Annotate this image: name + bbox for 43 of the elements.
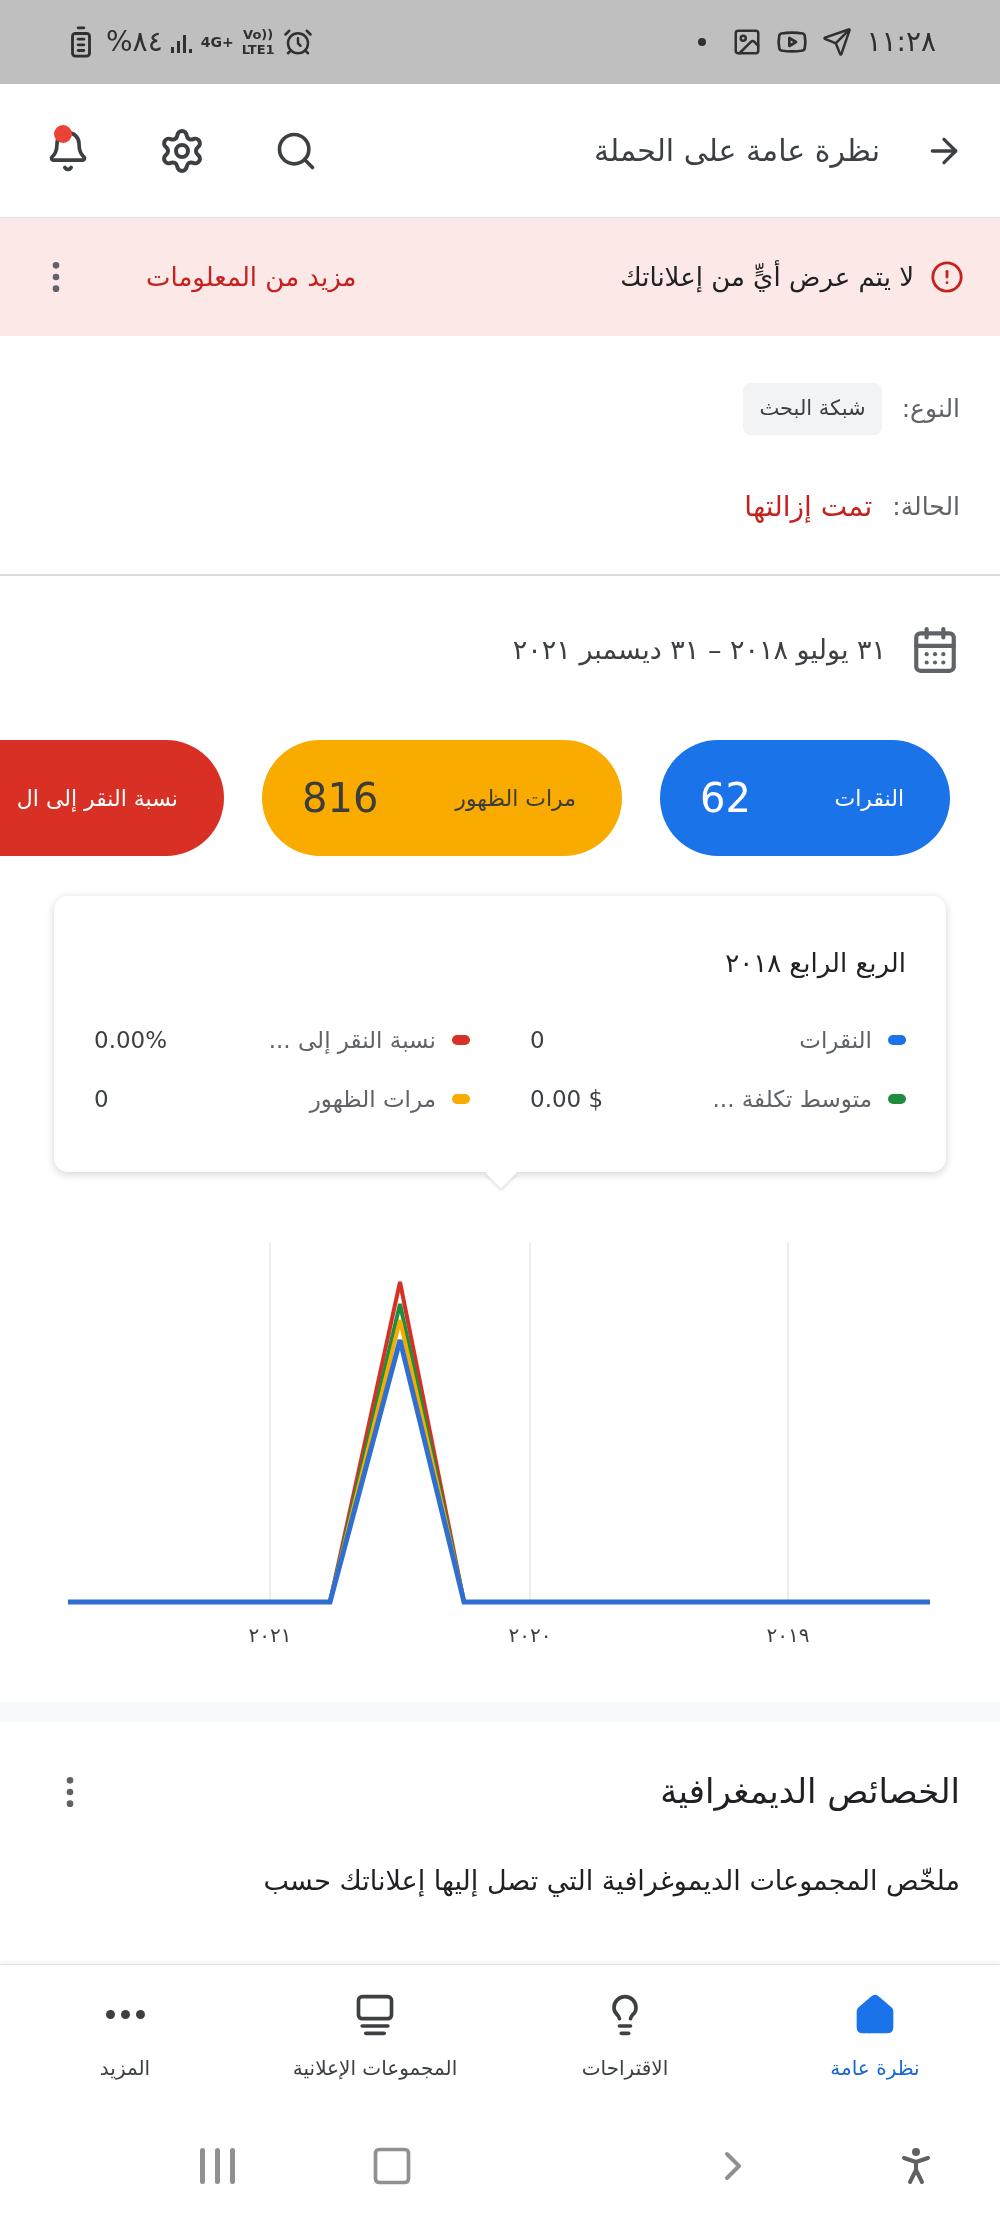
metric-value: 816	[302, 774, 379, 823]
legend-value: 0.00 $	[530, 1084, 604, 1114]
legend-value: 0.00%	[94, 1026, 168, 1055]
tooltip-title: الربع الرابع ٢٠١٨	[724, 947, 906, 981]
page-title: نظرة عامة على الحملة	[593, 132, 880, 170]
nav-tab[interactable]: نظرة عامة	[750, 1992, 1000, 2083]
field-label: الحالة:	[892, 491, 960, 524]
more-info-link[interactable]: مزيد من المعلومات	[146, 257, 357, 297]
error-icon	[930, 260, 964, 294]
metric-label: مرات الظهور	[455, 784, 576, 813]
metric-pill[interactable]: نسبة النقر إلى ال	[0, 740, 224, 856]
alert-message: لا يتم عرض أيٍّ من إعلاناتك	[620, 259, 914, 295]
clock-time: ١١:٢٨	[866, 24, 936, 60]
lte-label: LTE1	[241, 42, 275, 57]
metric-label: النقرات	[834, 784, 904, 813]
section-description: ملخّص المجموعات الديموغرافية التي تصل إليها إعلاناتك حسب	[262, 1864, 960, 1899]
legend-label: متوسط تكلفة ...	[712, 1084, 872, 1115]
metric-label: نسبة النقر إلى ال	[16, 784, 178, 814]
nav-tab[interactable]: الاقتراحات	[500, 1992, 750, 2083]
legend-label: النقرات	[799, 1026, 872, 1056]
metric-value: 62	[700, 774, 751, 823]
legend-value: 0	[94, 1084, 109, 1114]
recent-apps-icon[interactable]	[200, 2148, 235, 2184]
alarm-icon	[282, 27, 313, 57]
nav-tab[interactable]: المجموعات الإعلانية	[250, 1992, 500, 2083]
battery-level: %٨٤	[106, 24, 163, 60]
image-icon	[732, 27, 763, 57]
legend-value: 0	[530, 1026, 545, 1055]
date-range[interactable]: ٣١ يوليو ٢٠١٨ – ٣١ ديسمبر ٢٠٢١	[512, 629, 886, 671]
paper-plane-icon	[822, 27, 853, 57]
type-chip: شبكة البحث	[743, 383, 882, 435]
field-label: النوع:	[901, 393, 960, 426]
axis-label: ٢٠٢٠	[508, 1622, 552, 1649]
status-value: تمت إزالتها	[744, 489, 873, 525]
volte-label: Vo))	[243, 27, 274, 42]
nav-tab[interactable]: المزيد	[0, 1992, 250, 2083]
legend-label: نسبة النقر إلى ...	[268, 1026, 436, 1056]
legend-label: مرات الظهور	[309, 1084, 436, 1115]
section-title: الخصائص الديمغرافية	[660, 1770, 960, 1813]
network-type: 4G+	[200, 32, 234, 52]
axis-label: ٢٠١٩	[766, 1622, 810, 1649]
more-icon	[105, 2010, 145, 2019]
axis-label: ٢٠٢١	[248, 1622, 292, 1649]
